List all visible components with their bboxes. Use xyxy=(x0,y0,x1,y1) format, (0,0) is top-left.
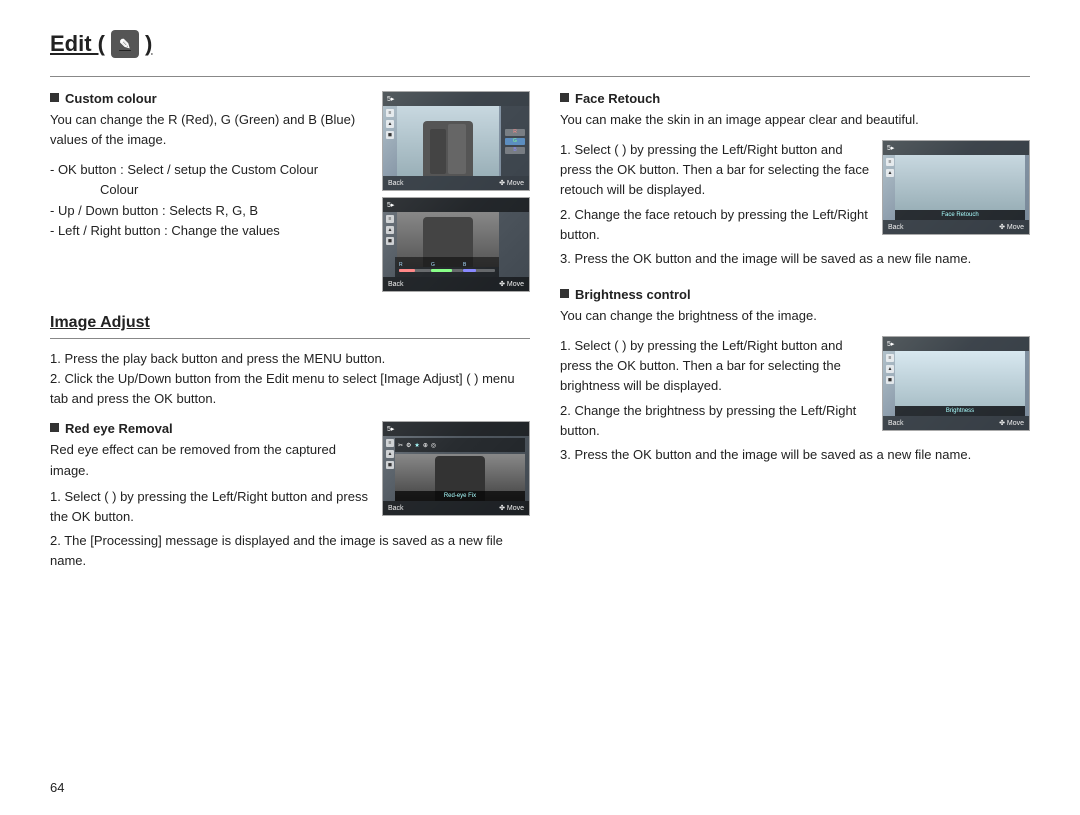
bullet-2 xyxy=(50,423,59,432)
cam-side-icons-3: ≡ ▲ ◼ xyxy=(385,436,395,501)
right-column: Face Retouch You can make the skin in an… xyxy=(560,91,1030,571)
cam-icon-14: ◼ xyxy=(886,376,894,384)
main-content: 5▸ ≡ ▲ ◼ xyxy=(50,91,1030,571)
cam-top-bar: 5▸ xyxy=(383,92,529,106)
cam-icon-11: ▲ xyxy=(886,169,894,177)
slider-b: B xyxy=(463,262,495,272)
brightness-image: 5▸ ≡ ▲ ◼ Brightness xyxy=(882,336,1030,431)
bullet-3 xyxy=(560,93,569,102)
cam-menu-b: B xyxy=(505,147,525,154)
cam-icon-13: ▲ xyxy=(886,365,894,373)
red-eye-step-2: 2. The [Processing] message is displayed… xyxy=(50,531,530,571)
cam-icon-5: ▲ xyxy=(386,226,394,234)
image-adjust-steps: 1. Press the play back button and press … xyxy=(50,349,530,409)
image-adjust-divider xyxy=(50,338,530,339)
face-retouch-body: You can make the skin in an image appear… xyxy=(560,110,1030,130)
image-adjust-block: Image Adjust 1. Press the play back butt… xyxy=(50,314,530,571)
red-eye-title: Red eye Removal xyxy=(50,421,370,436)
page-title: Edit ( ✎ ) xyxy=(50,30,1030,58)
brightness-label-img: Brightness xyxy=(946,408,974,414)
cam-bottom-bar-3: Back ✤ Move xyxy=(383,501,529,515)
custom-colour-images: 5▸ ≡ ▲ ◼ xyxy=(382,91,530,292)
red-eye-label: Red-eye Fix xyxy=(444,493,476,499)
brightness-step-3: 3. Press the OK button and the image wil… xyxy=(560,445,1030,465)
bullet-4 xyxy=(560,289,569,298)
move-label-1: Move xyxy=(507,180,524,187)
cam-bottom-bar-5: Back ✤ Move xyxy=(883,416,1029,430)
red-eye-heading: Red eye Removal xyxy=(65,421,173,436)
back-label-2: Back xyxy=(388,281,404,288)
cam-side-icons-5: ≡ ▲ ◼ xyxy=(885,351,895,416)
title-paren: ) xyxy=(145,31,152,57)
back-label-1: Back xyxy=(388,180,404,187)
cam-side-icons-4: ≡ ▲ xyxy=(885,155,895,220)
cam-menu: R G B xyxy=(501,106,529,176)
cam-top-bar-4: 5▸ xyxy=(883,141,1029,155)
custom-colour-image-2: 5▸ ≡ ▲ ◼ xyxy=(382,197,530,292)
cam-icon-12: ≡ xyxy=(886,354,894,362)
back-label-5: Back xyxy=(888,420,904,427)
red-eye-image: 5▸ ≡ ▲ ◼ ✂ ⚙ xyxy=(382,421,530,516)
cam-icon-4: ≡ xyxy=(386,215,394,223)
ia-step-1: 1. Press the play back button and press … xyxy=(50,349,530,369)
slider-r: R xyxy=(399,262,431,272)
face-retouch-image: 5▸ ≡ ▲ Face Retouch Back xyxy=(882,140,1030,235)
face-retouch-section: Face Retouch You can make the skin in an… xyxy=(560,91,1030,269)
left-column: 5▸ ≡ ▲ ◼ xyxy=(50,91,530,571)
custom-colour-image-1: 5▸ ≡ ▲ ◼ xyxy=(382,91,530,191)
edit-icon: ✎ xyxy=(111,30,139,58)
slider-g: G xyxy=(431,262,463,272)
brightness-body: You can change the brightness of the ima… xyxy=(560,306,1030,326)
brightness-section: Brightness control You can change the br… xyxy=(560,287,1030,465)
cam-side-icons-2: ≡ ▲ ◼ xyxy=(385,212,395,277)
cam-icon-1: ≡ xyxy=(386,109,394,117)
image-adjust-heading: Image Adjust xyxy=(50,314,530,332)
move-label-2: Move xyxy=(507,281,524,288)
red-eye-section: 5▸ ≡ ▲ ◼ ✂ ⚙ xyxy=(50,421,530,571)
cam-icon-8: ▲ xyxy=(386,450,394,458)
face-retouch-heading: Face Retouch xyxy=(575,91,660,106)
face-retouch-title: Face Retouch xyxy=(560,91,1030,106)
title-text: Edit ( xyxy=(50,31,105,57)
cam-bottom-bar-4: Back ✤ Move xyxy=(883,220,1029,234)
back-label-3: Back xyxy=(388,505,404,512)
brightness-heading: Brightness control xyxy=(575,287,691,302)
cam-top-bar-3: 5▸ xyxy=(383,422,529,436)
custom-colour-heading: Custom colour xyxy=(65,91,157,106)
custom-colour-title: Custom colour xyxy=(50,91,370,106)
cam-menu-g: G xyxy=(505,138,525,145)
cam-icon-9: ◼ xyxy=(386,461,394,469)
face-step-3: 3. Press the OK button and the image wil… xyxy=(560,249,1030,269)
move-label-5: Move xyxy=(1007,420,1024,427)
custom-colour-section: 5▸ ≡ ▲ ◼ xyxy=(50,91,530,298)
cam-menu-r: R xyxy=(505,129,525,136)
cam-icon-6: ◼ xyxy=(386,237,394,245)
cam-icon-3: ◼ xyxy=(386,131,394,139)
move-label-3: Move xyxy=(507,505,524,512)
cam-top-bar-2: 5▸ xyxy=(383,198,529,212)
cam-top-bar-5: 5▸ xyxy=(883,337,1029,351)
bullet-1 xyxy=(50,93,59,102)
cam-side-icons: ≡ ▲ ◼ xyxy=(385,106,395,176)
cam-bottom-bar-1: Back ✤ Move xyxy=(383,176,529,190)
face-retouch-label: Face Retouch xyxy=(941,212,978,218)
cam-bottom-bar-2: Back ✤ Move xyxy=(383,277,529,291)
move-label-4: Move xyxy=(1007,224,1024,231)
ia-step-2: 2. Click the Up/Down button from the Edi… xyxy=(50,369,530,409)
cam-icon-10: ≡ xyxy=(886,158,894,166)
back-label-4: Back xyxy=(888,224,904,231)
page-number: 64 xyxy=(50,780,64,795)
brightness-title: Brightness control xyxy=(560,287,1030,302)
cam-icon-7: ≡ xyxy=(386,439,394,447)
title-divider xyxy=(50,76,1030,77)
rgb-sliders: R G B xyxy=(395,257,499,277)
cam-icon-2: ▲ xyxy=(386,120,394,128)
